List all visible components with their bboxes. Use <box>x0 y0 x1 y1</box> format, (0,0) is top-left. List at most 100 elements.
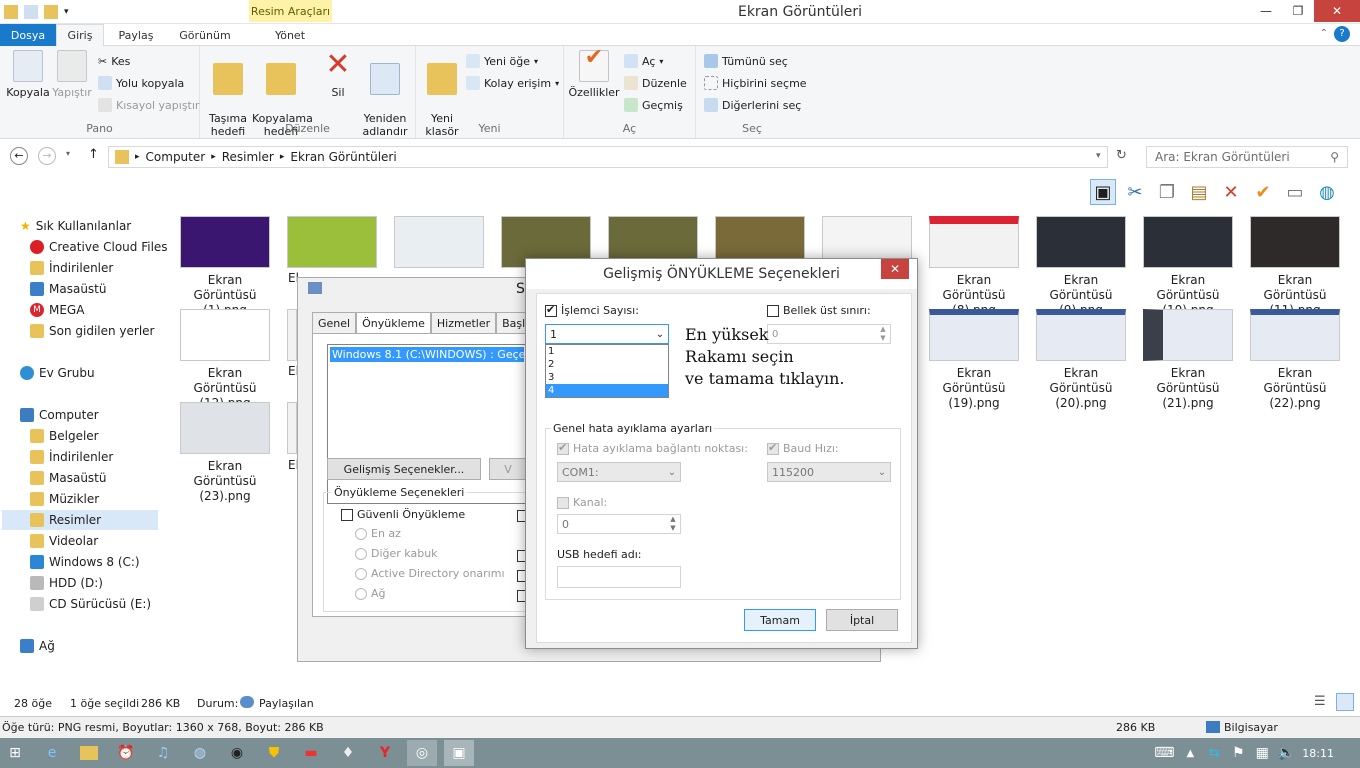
address-history-icon[interactable]: ▾ <box>1096 151 1101 161</box>
water-drop-icon[interactable]: ♦ <box>333 740 363 766</box>
nav-desktop[interactable]: Masaüstü <box>30 279 106 299</box>
breadcrumb-resimler[interactable]: Resimler <box>222 150 274 164</box>
processor-count-select[interactable]: 1 ⌄ <box>545 324 669 344</box>
memory-limit-checkbox[interactable]: Bellek üst sınırı: <box>767 304 871 317</box>
keyboard-icon[interactable]: ⌨ <box>1154 740 1174 766</box>
radio-ad-repair[interactable]: Active Directory onarımı <box>355 567 505 580</box>
tab-boot[interactable]: Önyükleme <box>356 312 431 334</box>
chrome-icon[interactable]: ◎ <box>407 740 437 766</box>
nav-pictures[interactable]: Resimler <box>2 510 158 530</box>
globe-icon[interactable]: ◍ <box>1314 179 1340 205</box>
delete-button[interactable]: ✕ Sil <box>320 50 356 100</box>
debug-port-checkbox[interactable]: Hata ayıklama bağlantı noktası: <box>557 441 748 455</box>
file-thumbnail[interactable]: Ekran Görüntüsü (22).png <box>1249 309 1341 411</box>
history-button[interactable]: Geçmiş <box>624 96 683 114</box>
globe-app-icon[interactable]: ◍ <box>185 740 215 766</box>
nav-drive-c[interactable]: Windows 8 (C:) <box>30 552 140 572</box>
file-thumbnail[interactable]: Ekran Görüntüsü(12).png <box>179 309 271 411</box>
open-button[interactable]: Aç ▾ <box>624 52 663 70</box>
thumbnail-image[interactable] <box>394 216 484 268</box>
clock[interactable]: 18:11 <box>1302 747 1334 760</box>
dropdown-option-highlighted[interactable]: 4 <box>546 384 668 397</box>
tab-view[interactable]: Görünüm <box>172 24 238 46</box>
checkmark-icon[interactable]: ✔ <box>1250 179 1276 205</box>
collapse-ribbon-icon[interactable]: ⌃ <box>1320 28 1328 39</box>
search-input[interactable]: Ara: Ekran Görüntüleri ⚲ <box>1146 146 1348 168</box>
refresh-icon[interactable]: ↻ <box>1116 148 1127 163</box>
scissors-icon[interactable]: ✂ <box>1122 179 1148 205</box>
copy-button[interactable]: Kopyala <box>6 50 50 99</box>
help-icon[interactable]: ? <box>1334 26 1350 42</box>
safe-boot-checkbox[interactable]: Güvenli Önyükleme <box>341 508 465 521</box>
teamviewer-icon[interactable]: ⇆ <box>1206 740 1222 766</box>
layout-pane-icon[interactable]: ▣ <box>1090 179 1116 205</box>
file-thumbnail[interactable]: Ekran Görüntüsü (19).png <box>928 309 1020 411</box>
os-list[interactable]: Windows 8.1 (C:\WINDOWS) : Geçerli OS <box>327 344 527 504</box>
minimize-button[interactable]: — <box>1250 0 1282 22</box>
nav-downloads-2[interactable]: İndirilenler <box>30 447 113 467</box>
new-item-button[interactable]: Yeni öğe ▾ <box>466 52 538 70</box>
shield-icon[interactable]: ⛊ <box>259 740 289 766</box>
recent-locations-icon[interactable]: ▾ <box>66 149 70 158</box>
yandex-browser-icon[interactable]: Y <box>370 740 400 766</box>
file-thumbnail[interactable]: Ekran Görüntüsü(9).png <box>1035 216 1127 318</box>
forward-arrow-icon[interactable]: → <box>38 147 56 165</box>
nav-mega[interactable]: M MEGA <box>30 300 84 320</box>
baud-rate-select[interactable]: 115200 ⌄ <box>767 462 891 482</box>
breadcrumb-current[interactable]: Ekran Görüntüleri <box>290 150 396 164</box>
channel-checkbox[interactable]: Kanal: <box>557 496 607 509</box>
dropdown-option[interactable]: 2 <box>546 358 668 371</box>
properties-button[interactable]: ✔ Özellikler <box>568 47 620 100</box>
radio-network[interactable]: Ağ <box>355 587 386 600</box>
details-view-icon[interactable]: ☰ <box>1314 694 1326 709</box>
edit-button[interactable]: Düzenle <box>624 74 687 92</box>
file-thumbnail[interactable]: Ekran Görüntüsü(1).png <box>179 216 271 318</box>
nav-music[interactable]: Müzikler <box>30 489 99 509</box>
tab-services[interactable]: Hizmetler <box>430 312 497 334</box>
internet-explorer-icon[interactable]: e <box>37 740 67 766</box>
dropdown-option[interactable]: 3 <box>546 371 668 384</box>
select-all-button[interactable]: Tümünü seç <box>704 52 788 70</box>
ok-button[interactable]: Tamam <box>744 609 816 631</box>
nav-drive-e[interactable]: CD Sürücüsü (E:) <box>30 594 151 614</box>
select-none-button[interactable]: Hiçbirini seçme <box>704 74 807 92</box>
alarm-clock-icon[interactable]: ⏰ <box>111 740 141 766</box>
dropdown-option[interactable]: 1 <box>546 345 668 358</box>
system-config-taskbar-icon[interactable]: ▣ <box>444 740 474 766</box>
rename-icon[interactable]: ▭ <box>1282 179 1308 205</box>
usb-target-input[interactable] <box>557 566 681 588</box>
tab-manage[interactable]: Yönet <box>254 24 326 46</box>
itunes-icon[interactable]: ♫ <box>148 740 178 766</box>
os-list-item[interactable]: Windows 8.1 (C:\WINDOWS) : Geçerli OS <box>330 347 524 362</box>
default-button-partial[interactable]: V <box>489 458 527 480</box>
baud-rate-checkbox[interactable]: Baud Hızı: <box>767 441 839 455</box>
close-button[interactable]: ✕ <box>1314 0 1360 22</box>
media-player-icon[interactable]: ◉ <box>222 740 252 766</box>
paste-icon[interactable]: ▤ <box>1186 179 1212 205</box>
back-arrow-icon[interactable]: ← <box>10 147 28 165</box>
file-thumbnail[interactable]: Ekran Görüntüsü(11).png <box>1249 216 1341 318</box>
nav-homegroup[interactable]: Ev Grubu <box>20 363 95 383</box>
nav-recent-places[interactable]: Son gidilen yerler <box>30 321 155 341</box>
paste-button[interactable]: Yapıştır <box>50 50 94 99</box>
channel-input[interactable]: 0 ▲ ▼ <box>557 514 681 534</box>
tab-share[interactable]: Paylaş <box>110 24 162 46</box>
file-thumbnail[interactable]: Ekran Görüntüsü(10).png <box>1142 216 1234 318</box>
large-icons-view-icon[interactable] <box>1336 693 1354 711</box>
dialog-close-button[interactable]: ✕ <box>881 259 909 279</box>
nav-desktop-2[interactable]: Masaüstü <box>30 468 106 488</box>
processor-count-checkbox[interactable]: İşlemci Sayısı: <box>545 303 639 317</box>
delete-icon[interactable]: ✕ <box>1218 179 1244 205</box>
advanced-options-button[interactable]: Gelişmiş Seçenekler... <box>327 458 481 480</box>
nav-creative-cloud[interactable]: Creative Cloud Files <box>30 237 168 257</box>
up-arrow-icon[interactable]: ↑ <box>88 147 99 162</box>
volume-icon[interactable]: 🔈 <box>1278 740 1295 766</box>
cancel-button[interactable]: İptal <box>826 609 898 631</box>
file-thumbnail[interactable]: Ekran Görüntüsü (21).png <box>1142 309 1234 411</box>
invert-selection-button[interactable]: Diğerlerini seç <box>704 96 801 114</box>
start-windows-icon[interactable]: ⊞ <box>0 740 30 766</box>
thumbnail-image[interactable] <box>287 309 297 361</box>
nav-documents[interactable]: Belgeler <box>30 426 99 446</box>
app-logo-icon[interactable]: ▬ <box>296 740 326 766</box>
breadcrumb-computer[interactable]: Computer <box>146 150 206 164</box>
